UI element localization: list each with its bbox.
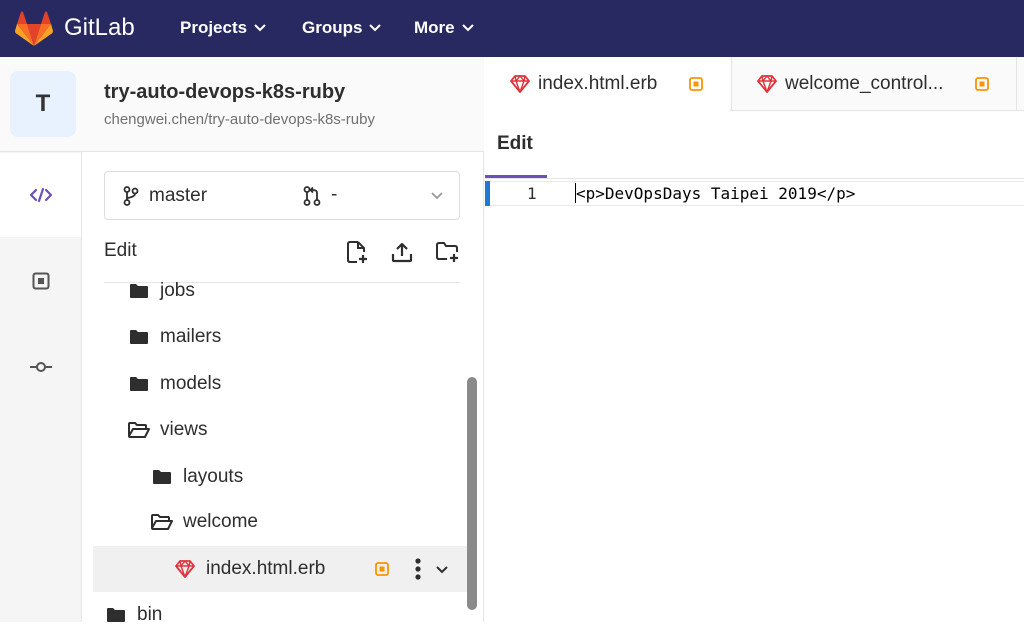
rail-commit-button[interactable] (0, 325, 81, 409)
new-file-icon (347, 241, 367, 263)
tree-item-label: models (160, 373, 222, 394)
tab-welcome-controller[interactable]: welcome_control... (731, 57, 1017, 111)
tree-item-label: views (160, 419, 208, 440)
tree-item-label: mailers (160, 326, 222, 347)
project-header: try-auto-devops-k8s-ruby chengwei.chen/t… (82, 57, 484, 152)
merge-request-icon (303, 186, 321, 206)
nav-groups[interactable]: Groups (302, 18, 382, 38)
project-name[interactable]: try-auto-devops-k8s-ruby (104, 81, 345, 104)
branch-name: master (149, 185, 208, 206)
new-file-button[interactable] (344, 239, 370, 265)
nav-more[interactable]: More (414, 18, 474, 38)
tree-item-label: jobs (160, 280, 195, 301)
tree-folder-views[interactable]: views (128, 407, 458, 453)
tree-item-label: bin (137, 604, 163, 625)
new-directory-button[interactable] (435, 239, 461, 265)
tab-label: index.html.erb (538, 73, 658, 94)
ruby-icon (174, 559, 196, 579)
tree-folder-bin[interactable]: bin (105, 592, 458, 638)
chevron-down-icon (369, 24, 382, 32)
rail-edit-button[interactable] (0, 153, 81, 237)
more-actions-icon[interactable] (415, 558, 421, 580)
chevron-down-icon (431, 192, 443, 200)
file-modified-icon (975, 77, 989, 91)
nav-projects-label: Projects (180, 18, 248, 37)
tree-folder-jobs[interactable]: jobs (128, 268, 458, 314)
rail-review-button[interactable] (0, 239, 81, 323)
brand-name[interactable]: GitLab (64, 14, 135, 42)
gitlab-logo-icon[interactable] (15, 11, 53, 46)
nav-projects[interactable]: Projects (180, 18, 266, 38)
sidebar-edit-label: Edit (104, 240, 137, 261)
tab-index-html-erb[interactable]: index.html.erb (485, 57, 730, 111)
chevron-down-icon (461, 24, 474, 32)
chevron-down-icon (254, 24, 266, 32)
file-sidebar: try-auto-devops-k8s-ruby chengwei.chen/t… (82, 57, 484, 625)
code-line-text[interactable]: <p>DevOpsDays Taipei 2019</p> (576, 184, 855, 203)
activity-rail: T (0, 57, 82, 622)
folder-icon (151, 467, 173, 487)
top-navbar: GitLab Projects Groups More (0, 0, 1024, 57)
file-modified-icon (32, 272, 49, 290)
tree-item-label: index.html.erb (206, 558, 326, 579)
new-folder-icon (436, 242, 458, 262)
tree-item-label: layouts (183, 466, 244, 487)
tree-scrollbar[interactable] (467, 377, 477, 610)
branch-icon (123, 186, 139, 206)
folder-open-icon (128, 420, 150, 440)
upload-icon (391, 242, 413, 263)
folder-open-icon (151, 512, 173, 532)
tree-item-label: welcome (183, 511, 258, 532)
chevron-down-icon[interactable] (436, 566, 448, 574)
file-modified-icon (375, 562, 389, 576)
ruby-icon (510, 75, 530, 93)
project-avatar[interactable]: T (10, 71, 76, 137)
project-path: chengwei.chen/try-auto-devops-k8s-ruby (104, 111, 375, 128)
editor-mode-tab[interactable]: Edit (497, 133, 533, 155)
editor-border (485, 178, 1024, 179)
merge-request-value: - (331, 184, 338, 205)
tree-folder-models[interactable]: models (128, 361, 458, 407)
tree-folder-layouts[interactable]: layouts (151, 454, 458, 500)
upload-file-button[interactable] (389, 239, 415, 265)
folder-icon (128, 327, 150, 347)
nav-groups-label: Groups (302, 18, 363, 37)
text-cursor (575, 183, 576, 203)
folder-icon (128, 281, 150, 301)
editor-tabs: index.html.erb welcome_control... (485, 57, 1024, 111)
file-modified-icon (689, 77, 703, 91)
branch-switcher[interactable]: master - (104, 171, 460, 220)
line-number: 1 (527, 184, 537, 203)
folder-icon (105, 605, 127, 625)
tree-file-index-html-erb[interactable]: index.html.erb (93, 546, 467, 592)
nav-more-label: More (414, 18, 455, 37)
commit-icon (29, 362, 52, 372)
tree-folder-mailers[interactable]: mailers (128, 314, 458, 360)
code-icon (29, 187, 52, 203)
rail-header: T (0, 57, 82, 152)
line-change-marker (485, 181, 490, 206)
folder-icon (128, 374, 150, 394)
tab-label: welcome_control... (785, 73, 944, 94)
tree-folder-welcome[interactable]: welcome (151, 499, 458, 545)
ruby-icon (757, 75, 777, 93)
